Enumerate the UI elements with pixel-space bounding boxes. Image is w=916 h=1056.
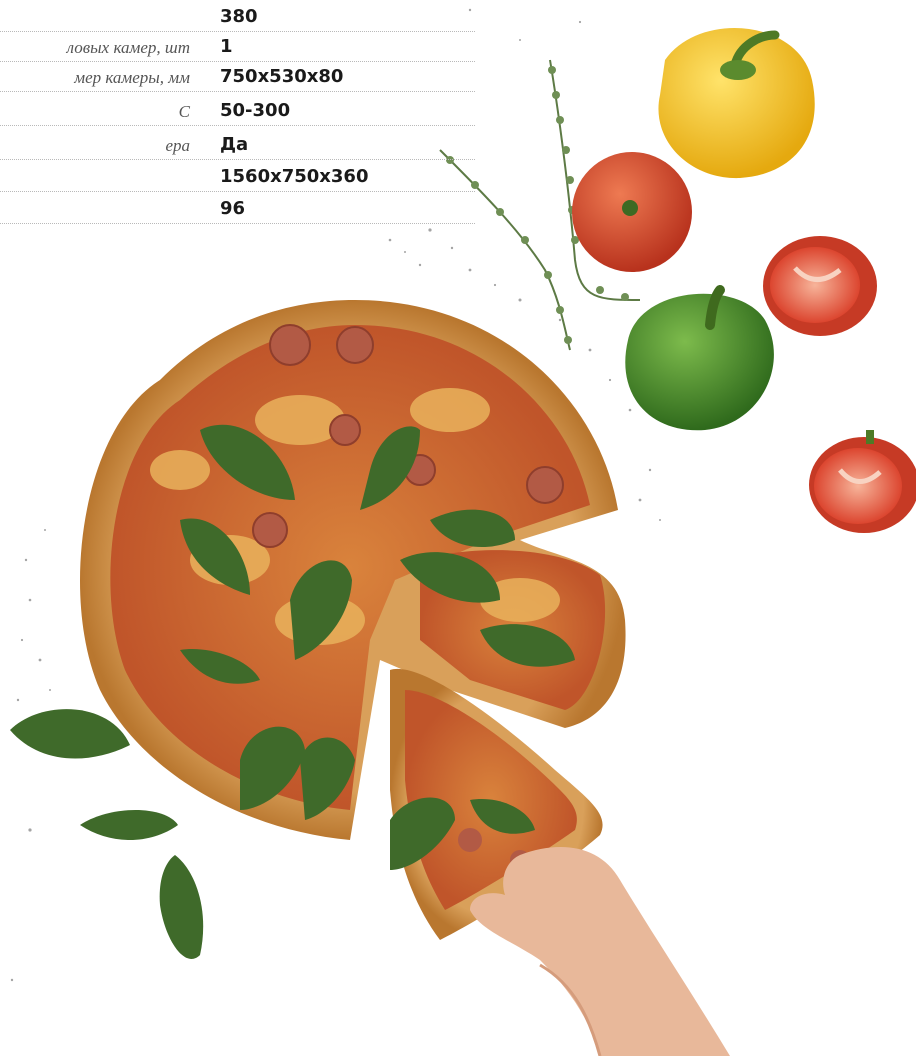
tomato-half-2 — [809, 430, 916, 533]
spec-row: мер камеры, мм 750x530x80 — [0, 66, 475, 92]
tomato-half-1 — [763, 236, 877, 336]
spec-row: 96 — [0, 198, 475, 224]
spec-value: 750x530x80 — [220, 66, 344, 87]
yellow-pepper — [658, 27, 815, 179]
spec-value: Да — [220, 134, 249, 155]
hand — [470, 847, 730, 1056]
spec-label: C — [178, 102, 190, 121]
spec-value: 1 — [220, 36, 233, 57]
spec-value: 96 — [220, 198, 246, 219]
spec-row: 380 — [0, 6, 475, 32]
spec-row: ловых камер, шт 1 — [0, 36, 475, 62]
spec-row: ера Да — [0, 134, 475, 160]
spec-label: ера — [165, 136, 190, 155]
spec-label: ловых камер, шт — [66, 38, 190, 57]
spec-value: 1560x750x360 — [220, 166, 369, 187]
spec-label: мер камеры, мм — [74, 68, 190, 87]
tomato-whole — [572, 152, 692, 272]
green-pepper — [625, 285, 774, 431]
spec-value: 50-300 — [220, 100, 291, 121]
spec-row: C 50-300 — [0, 100, 475, 126]
pizza — [80, 300, 626, 840]
spec-row: 1560x750x360 — [0, 166, 475, 192]
spec-value: 380 — [220, 6, 258, 27]
